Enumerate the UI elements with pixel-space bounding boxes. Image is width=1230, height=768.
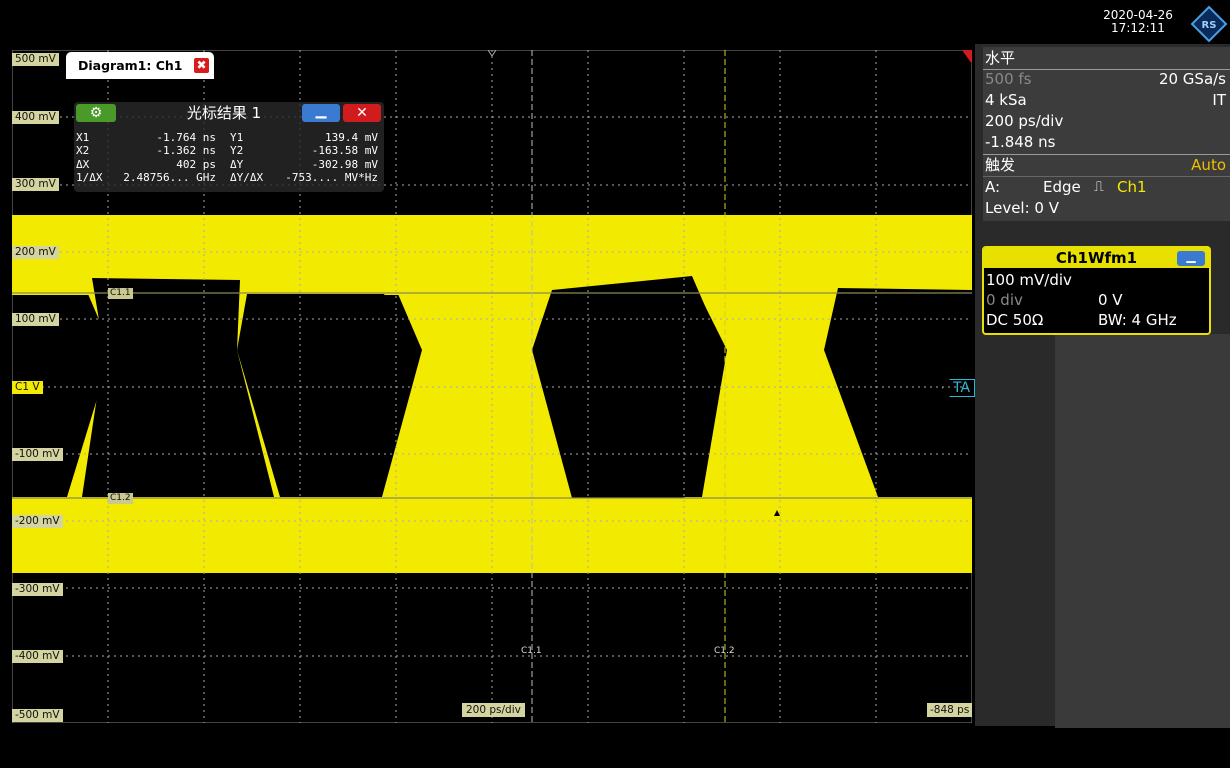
resolution-row: 500 fs 20 GSa/s [985,69,1228,90]
cr-value: 139.4 mV [325,131,378,144]
y-label-400: 400 mV [12,111,59,124]
y-label-neg200: -200 mV [12,515,63,528]
svg-text:RS: RS [1202,20,1217,31]
rs-logo-icon: RS [1190,5,1228,43]
trigger-source-row: A: Edge ⎍ Ch1 [985,177,1228,198]
cr-value: -1.362 ns [156,144,216,157]
trigger-level: Level: 0 V [985,199,1059,217]
y-label-neg100: -100 mV [12,448,63,461]
rising-edge-icon: ⎍ [1094,179,1104,195]
cursor-results-panel[interactable]: ⚙ 光标结果 1 ▁ ✕ X1 -1.764 ns Y1 139.4 mV X2… [74,102,384,192]
horizontal-settings[interactable]: 水平 500 fs 20 GSa/s 4 kSa IT 200 ps/div -… [983,47,1230,221]
settings-panel-filler [1055,334,1230,728]
datetime: 2020-04-26 17:12:11 [1090,9,1186,35]
timebase-label[interactable]: 200 ps/div [462,703,525,717]
diagram-tab[interactable]: Diagram1: Ch1 ✖ [66,52,214,79]
time-offset-label: -848 ps [927,703,973,717]
cr-value: -753.... MV*Hz [285,171,378,184]
channel-waveform-settings[interactable]: Ch1Wfm1 ▁ 100 mV/div 0 div 0 V DC 50Ω BW… [982,246,1211,335]
close-icon[interactable]: ✖ [194,58,209,73]
cursor-tag-v1[interactable]: C1.1 [521,646,542,656]
time-scale-value: 200 ps/div [985,112,1064,130]
cr-key: X2 [76,144,90,157]
acquisition-mode: IT [1212,91,1226,109]
cr-key: ΔY [230,158,244,171]
horizontal-title: 水平 [985,49,1016,67]
y-label-300: 300 mV [12,178,59,191]
minimize-icon[interactable]: ▁ [1177,250,1205,266]
resolution-value: 500 fs [985,70,1032,88]
cr-value: 2.48756... GHz [123,171,216,184]
record-length-value: 4 kSa [985,91,1027,109]
offset-div: 0 div [986,291,1023,309]
cr-value: -1.764 ns [156,131,216,144]
gear-icon[interactable]: ⚙ [76,104,116,122]
cr-key: ΔY/ΔX [230,171,264,184]
vertical-scale: 100 mV/div [986,271,1072,289]
cursor-tag-h1[interactable]: C1.1 [108,288,133,299]
y-label-500: 500 mV [12,53,59,66]
time: 17:12:11 [1111,21,1165,35]
offset-voltage: 0 V [1098,291,1123,309]
cr-key: Y1 [230,131,244,144]
y-label-neg500: -500 mV [12,709,63,722]
y-label-100: 100 mV [12,313,59,326]
cr-key: X1 [76,131,90,144]
cr-value: 402 ps [176,158,216,171]
y-label-neg300: -300 mV [12,583,63,596]
y-label-200: 200 mV [12,246,59,259]
minimize-icon[interactable]: ▁ [302,104,340,122]
cr-key: 1/ΔX [76,171,103,184]
coupling: DC 50Ω [986,311,1044,329]
close-panel-icon[interactable]: ✕ [343,104,381,122]
cr-key: Y2 [230,144,244,157]
cursor-results-titlebar[interactable]: ⚙ 光标结果 1 ▁ ✕ [74,102,384,124]
cursor-tag-h2[interactable]: C1.2 [108,493,133,504]
y-label-neg400: -400 mV [12,650,63,663]
cr-value: -163.58 mV [311,144,378,157]
sample-rate-value: 20 GSa/s [1158,70,1226,88]
cursor-tag-v2[interactable]: C1.2 [714,646,735,656]
cr-key: ΔX [76,158,90,171]
bandwidth: BW: 4 GHz [1098,311,1177,329]
trigger-source: Ch1 [1117,178,1147,196]
trigger-title: 触发 [985,156,1016,174]
trigger-a-label: A: [985,178,1001,196]
horizontal-position-value: -1.848 ns [985,133,1056,151]
trigger-type: Edge [1043,178,1081,196]
channel-zero-marker[interactable]: C1 V [12,381,43,394]
cursor-results-title: 光标结果 1 [186,104,262,122]
cr-value: -302.98 mV [311,158,378,171]
record-length-row: 4 kSa IT [985,90,1228,111]
trigger-row[interactable]: 触发 Auto [985,155,1228,176]
waveform-title: Ch1Wfm1 [984,248,1209,268]
diagram-tab-label: Diagram1: Ch1 [78,58,183,73]
trigger-mode-value: Auto [1191,156,1226,174]
